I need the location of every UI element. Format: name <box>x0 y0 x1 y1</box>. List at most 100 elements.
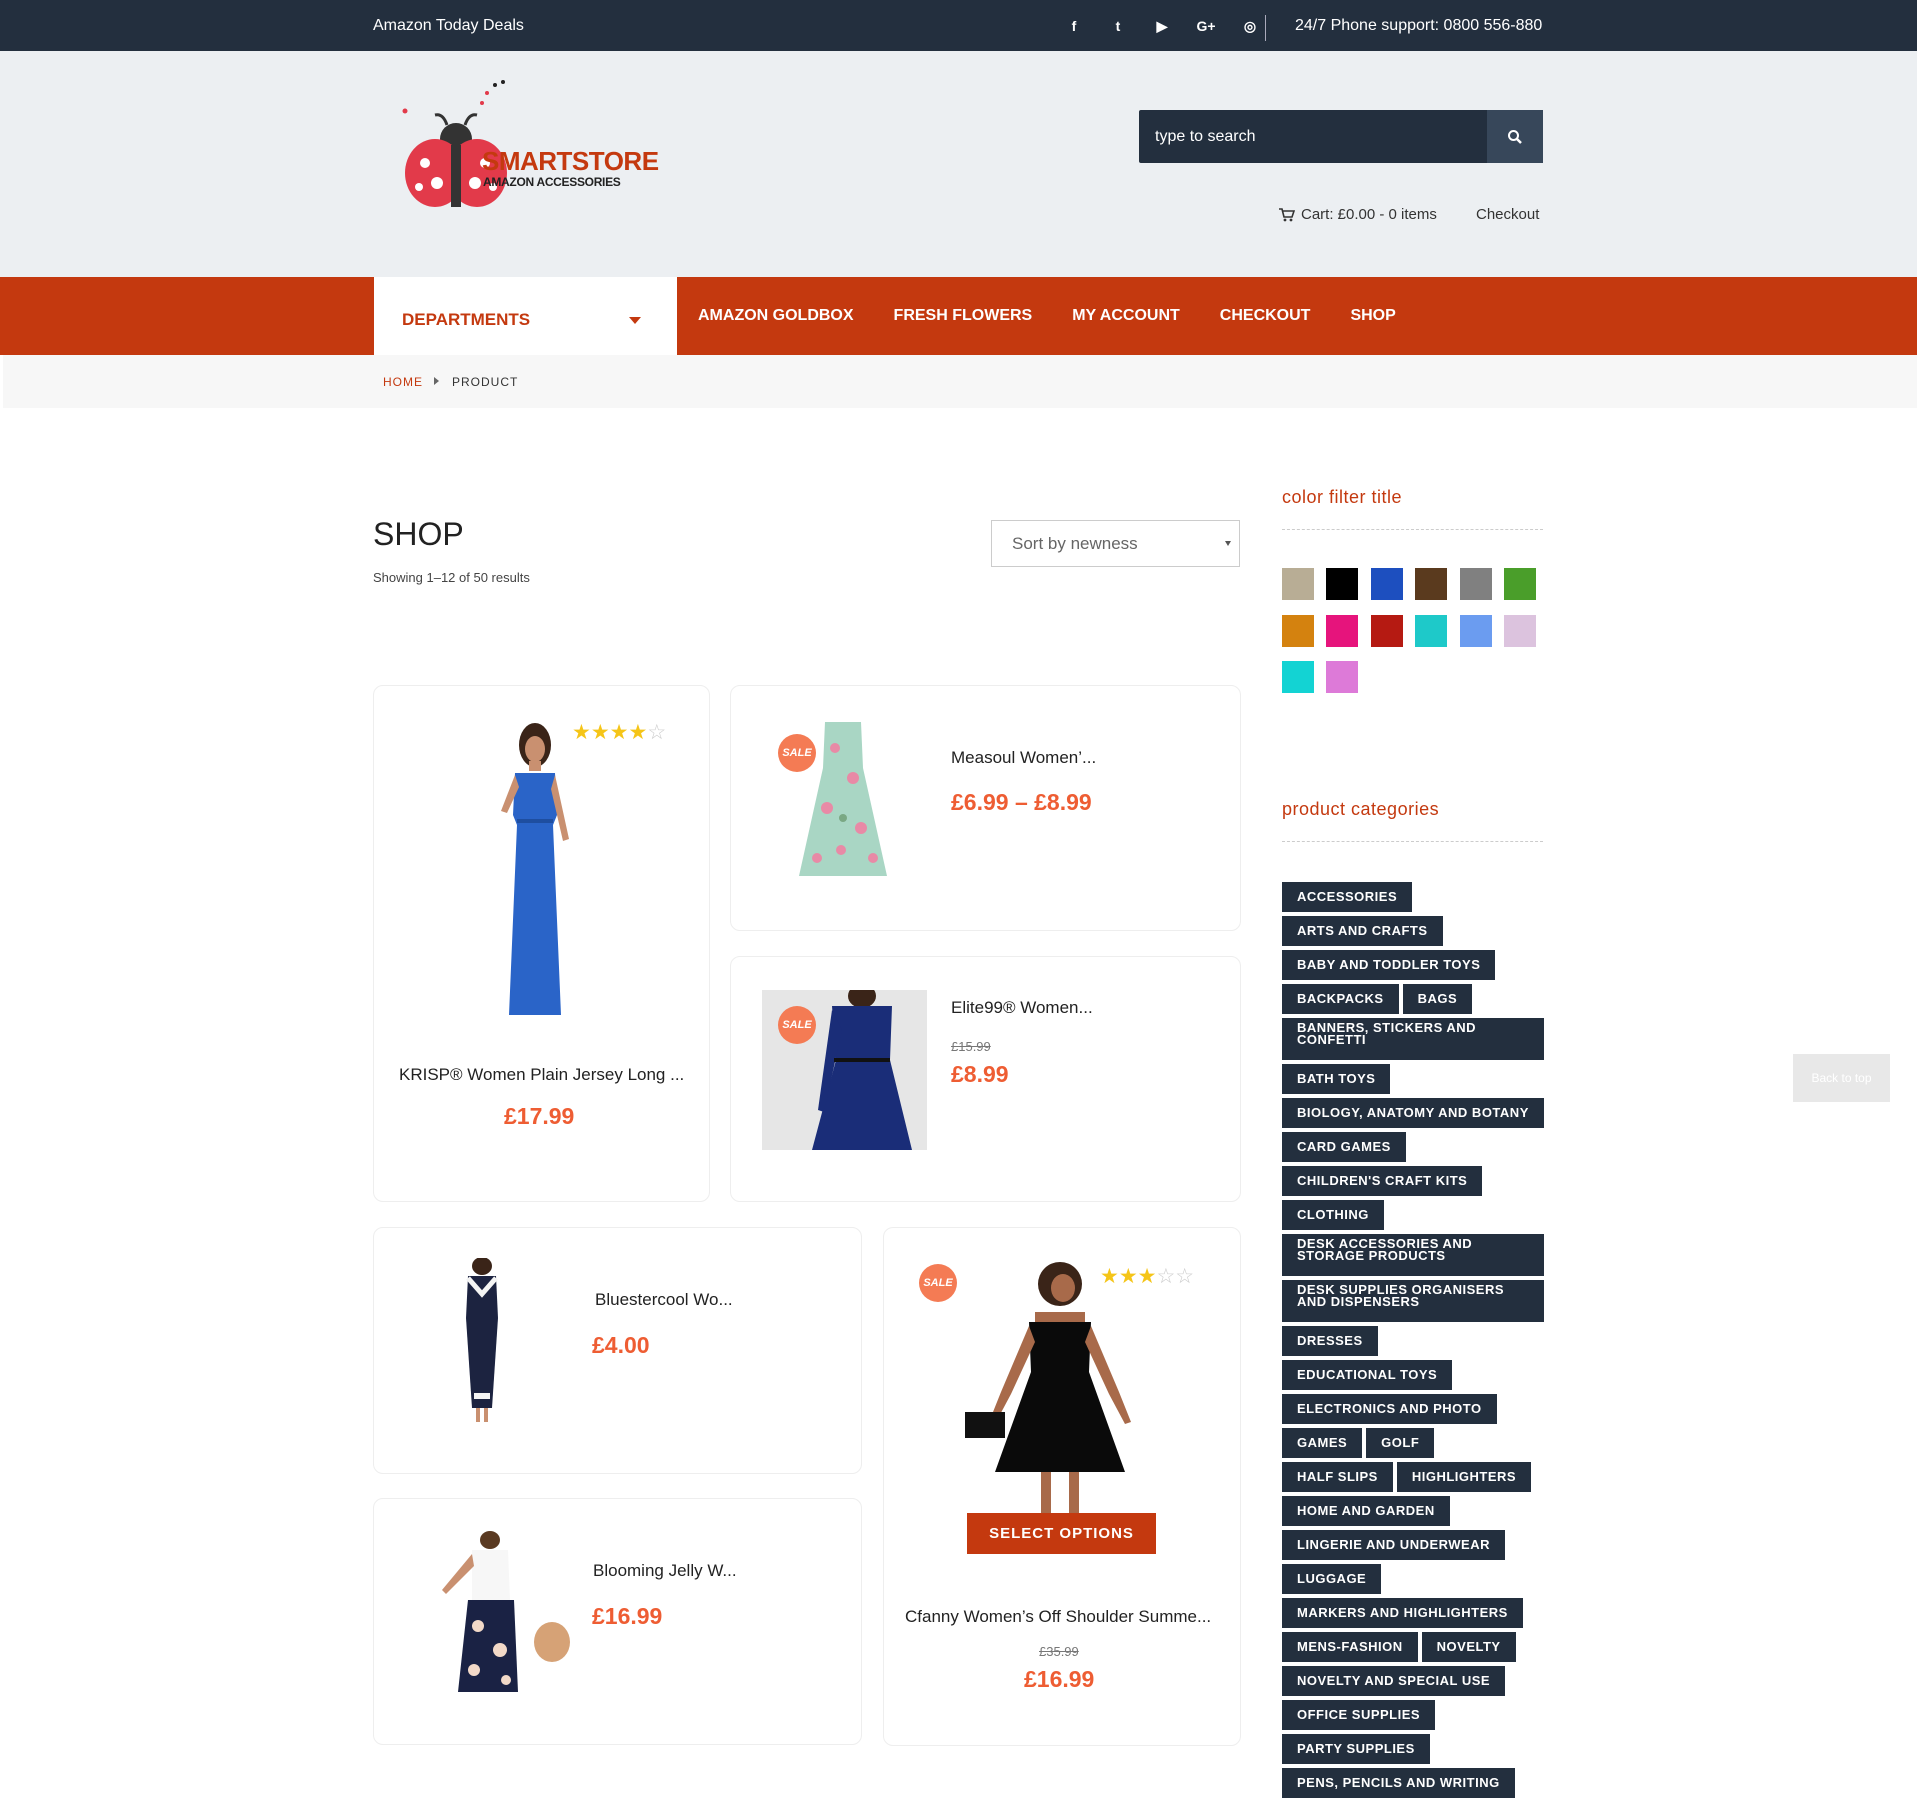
category-tag[interactable]: OFFICE SUPPLIES <box>1282 1700 1436 1730</box>
product-name[interactable]: Cfanny Women’s Off Shoulder Summe... <box>905 1607 1211 1627</box>
ladybug-logo-icon[interactable] <box>385 75 655 215</box>
product-price: £6.99 – £8.99 <box>951 789 1092 815</box>
product-image[interactable] <box>428 1530 573 1695</box>
product-name[interactable]: Measoul Women’... <box>951 748 1096 768</box>
category-tag[interactable]: EDUCATIONAL TOYS <box>1282 1360 1453 1390</box>
category-tag[interactable]: BAGS <box>1402 984 1473 1014</box>
product-name[interactable]: Blooming Jelly W... <box>593 1561 737 1581</box>
category-tag[interactable]: DESK ACCESSORIES AND STORAGE PRODUCTS <box>1282 1234 1544 1276</box>
cart-summary: Cart: £0.00 - 0 items <box>1301 206 1437 223</box>
old-price: £35.99 <box>1039 1644 1079 1659</box>
color-swatch[interactable] <box>1415 568 1447 600</box>
color-swatch[interactable] <box>1326 661 1358 693</box>
color-swatch[interactable] <box>1282 661 1314 693</box>
search-input[interactable] <box>1139 110 1486 163</box>
category-tag[interactable]: BABY AND TODDLER TOYS <box>1282 950 1496 980</box>
category-tag[interactable]: LINGERIE AND UNDERWEAR <box>1282 1530 1506 1560</box>
search-icon <box>1508 129 1522 144</box>
page-title: SHOP <box>373 516 464 552</box>
category-tag[interactable]: NOVELTY <box>1421 1632 1516 1662</box>
sale-badge: SALE <box>778 1006 816 1044</box>
category-tag[interactable]: PENS, PENCILS AND WRITING <box>1282 1768 1515 1798</box>
product-price: £8.99 <box>951 1061 1009 1087</box>
category-tag[interactable]: MENS-FASHION <box>1282 1632 1418 1662</box>
color-swatch[interactable] <box>1371 615 1403 647</box>
color-swatch[interactable] <box>1504 568 1536 600</box>
today-deals-link[interactable]: Amazon Today Deals <box>373 17 524 35</box>
color-swatch[interactable] <box>1326 615 1358 647</box>
google-plus-icon[interactable]: G+ <box>1184 14 1228 38</box>
nav-shop[interactable]: SHOP <box>1350 307 1395 325</box>
departments-dropdown[interactable]: DEPARTMENTS <box>374 277 677 355</box>
category-tag[interactable]: ELECTRONICS AND PHOTO <box>1282 1394 1497 1424</box>
nav-fresh-flowers[interactable]: FRESH FLOWERS <box>894 307 1033 325</box>
divider <box>1282 841 1543 842</box>
category-tag[interactable]: GOLF <box>1366 1428 1435 1458</box>
color-swatch[interactable] <box>1415 615 1447 647</box>
category-tag[interactable]: BACKPACKS <box>1282 984 1399 1014</box>
topbar-divider <box>1265 15 1266 41</box>
search-button[interactable] <box>1487 110 1543 163</box>
breadcrumb-home[interactable]: HOME <box>383 375 423 389</box>
youtube-icon[interactable]: ▶ <box>1140 14 1184 38</box>
nav-links: AMAZON GOLDBOX FRESH FLOWERS MY ACCOUNT … <box>698 277 1436 355</box>
divider <box>1282 529 1543 530</box>
color-filter-title: color filter title <box>1282 487 1403 507</box>
star-rating: ★★★★☆ <box>572 721 667 744</box>
category-tag[interactable]: BANNERS, STICKERS AND CONFETTI <box>1282 1018 1544 1060</box>
cart-link[interactable]: Cart: £0.00 - 0 items <box>1279 206 1437 223</box>
sort-value: Sort by newness <box>1012 534 1138 553</box>
facebook-icon[interactable]: f <box>1052 14 1096 38</box>
category-tag[interactable]: DRESSES <box>1282 1326 1378 1356</box>
site-header <box>0 51 1917 277</box>
product-image[interactable] <box>465 715 605 1015</box>
header-checkout-link[interactable]: Checkout <box>1476 206 1539 223</box>
product-categories-title: product categories <box>1282 799 1440 819</box>
nav-goldbox[interactable]: AMAZON GOLDBOX <box>698 307 854 325</box>
color-swatch[interactable] <box>1371 568 1403 600</box>
category-tag[interactable]: MARKERS AND HIGHLIGHTERS <box>1282 1598 1523 1628</box>
logo-name[interactable]: SMARTSTORE <box>482 146 659 177</box>
product-price: £16.99 <box>592 1603 663 1629</box>
category-tag[interactable]: CLOTHING <box>1282 1200 1384 1230</box>
category-tag[interactable]: GAMES <box>1282 1428 1363 1458</box>
category-tag[interactable]: CARD GAMES <box>1282 1132 1406 1162</box>
result-count: Showing 1–12 of 50 results <box>373 570 530 585</box>
category-tag[interactable]: HOME AND GARDEN <box>1282 1496 1450 1526</box>
sort-select[interactable]: Sort by newness <box>991 520 1240 567</box>
color-swatch[interactable] <box>1460 615 1492 647</box>
color-swatch[interactable] <box>1282 615 1314 647</box>
category-tag[interactable]: BIOLOGY, ANATOMY AND BOTANY <box>1282 1098 1544 1128</box>
category-tag[interactable]: PARTY SUPPLIES <box>1282 1734 1430 1764</box>
category-tag[interactable]: DESK SUPPLIES ORGANISERS AND DISPENSERS <box>1282 1280 1544 1322</box>
color-swatch[interactable] <box>1460 568 1492 600</box>
category-tag[interactable]: NOVELTY AND SPECIAL USE <box>1282 1666 1506 1696</box>
color-swatch[interactable] <box>1504 615 1536 647</box>
category-tag[interactable]: BATH TOYS <box>1282 1064 1391 1094</box>
color-swatch[interactable] <box>1326 568 1358 600</box>
product-image[interactable] <box>442 1258 522 1423</box>
twitter-icon[interactable]: t <box>1096 14 1140 38</box>
breadcrumb <box>3 355 1917 408</box>
product-name[interactable]: Bluestercool Wo... <box>595 1290 733 1310</box>
breadcrumb-current: PRODUCT <box>452 375 519 389</box>
color-swatch[interactable] <box>1282 568 1314 600</box>
top-bar: Amazon Today Deals f t ▶ G+ ◎ 24/7 Phone… <box>0 0 1917 51</box>
nav-my-account[interactable]: MY ACCOUNT <box>1072 307 1180 325</box>
category-tag[interactable]: ACCESSORIES <box>1282 882 1413 912</box>
category-tag[interactable]: HIGHLIGHTERS <box>1396 1462 1532 1492</box>
category-tag[interactable]: HALF SLIPS <box>1282 1462 1393 1492</box>
category-tag[interactable]: ARTS AND CRAFTS <box>1282 916 1443 946</box>
category-tag[interactable]: CHILDREN'S CRAFT KITS <box>1282 1166 1483 1196</box>
product-price: £4.00 <box>592 1332 650 1358</box>
sale-badge: SALE <box>778 734 816 772</box>
category-tag[interactable]: LUGGAGE <box>1282 1564 1382 1594</box>
phone-support: 24/7 Phone support: 0800 556-880 <box>1295 17 1543 34</box>
product-name[interactable]: KRISP® Women Plain Jersey Long ... <box>399 1065 684 1085</box>
select-options-button[interactable]: SELECT OPTIONS <box>967 1513 1156 1554</box>
social-links: f t ▶ G+ ◎ <box>1052 14 1272 38</box>
old-price: £15.99 <box>951 1039 991 1054</box>
nav-checkout[interactable]: CHECKOUT <box>1220 307 1311 325</box>
back-to-top-button[interactable]: Back to top <box>1793 1054 1890 1102</box>
product-name[interactable]: Elite99® Women... <box>951 998 1093 1018</box>
